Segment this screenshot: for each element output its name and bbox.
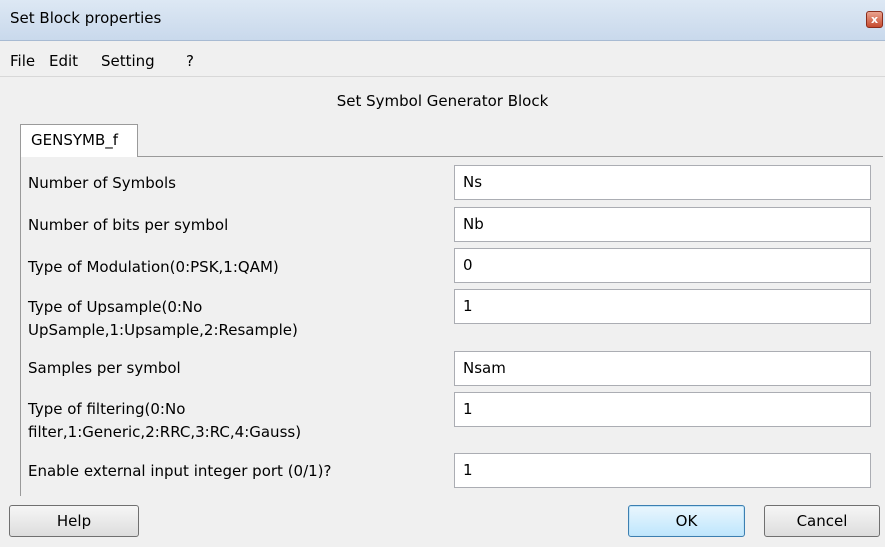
tab-gensymb-f[interactable]: GENSYMB_f [20,124,138,157]
field-label-external-input-port: Enable external input integer port (0/1)… [28,462,332,480]
field-label-upsample-type-line2: UpSample,1:Upsample,2:Resample) [28,321,298,339]
menu-file[interactable]: File [10,52,35,70]
help-button[interactable]: Help [9,505,139,537]
samples-per-symbol-input[interactable]: Nsam [454,351,871,386]
number-of-symbols-input[interactable]: Ns [454,165,871,200]
filtering-type-input[interactable]: 1 [454,392,871,427]
field-label-filtering-type-line2: filter,1:Generic,2:RRC,3:RC,4:Gauss) [28,423,302,441]
dialog-window: Set Block properties x File Edit Setting… [0,0,885,547]
field-label-bits-per-symbol: Number of bits per symbol [28,216,229,234]
menu-divider [0,76,885,77]
field-label-samples-per-symbol: Samples per symbol [28,359,181,377]
page-title: Set Symbol Generator Block [336,92,549,110]
external-input-port-input[interactable]: 1 [454,453,871,488]
cancel-button[interactable]: Cancel [764,505,880,537]
title-bar[interactable]: Set Block properties x [0,0,885,41]
menu-help[interactable]: ? [186,52,194,70]
field-label-filtering-type-line1: Type of filtering(0:No [28,400,186,418]
menu-setting[interactable]: Setting [101,52,155,70]
upsample-type-input[interactable]: 1 [454,289,871,324]
menu-bar: File Edit Setting ? [0,49,885,73]
field-label-upsample-type: Type of Upsample(0:No UpSample,1:Upsampl… [28,296,428,342]
bits-per-symbol-input[interactable]: Nb [454,207,871,242]
field-label-upsample-type-line1: Type of Upsample(0:No [28,298,203,316]
modulation-type-input[interactable]: 0 [454,248,871,283]
menu-edit[interactable]: Edit [49,52,78,70]
tab-label: GENSYMB_f [31,131,119,149]
field-label-filtering-type: Type of filtering(0:No filter,1:Generic,… [28,398,428,444]
field-label-modulation-type: Type of Modulation(0:PSK,1:QAM) [28,258,279,276]
ok-button[interactable]: OK [628,505,745,537]
field-label-number-of-symbols: Number of Symbols [28,174,176,192]
close-icon[interactable]: x [866,11,883,28]
window-title: Set Block properties [10,9,162,27]
